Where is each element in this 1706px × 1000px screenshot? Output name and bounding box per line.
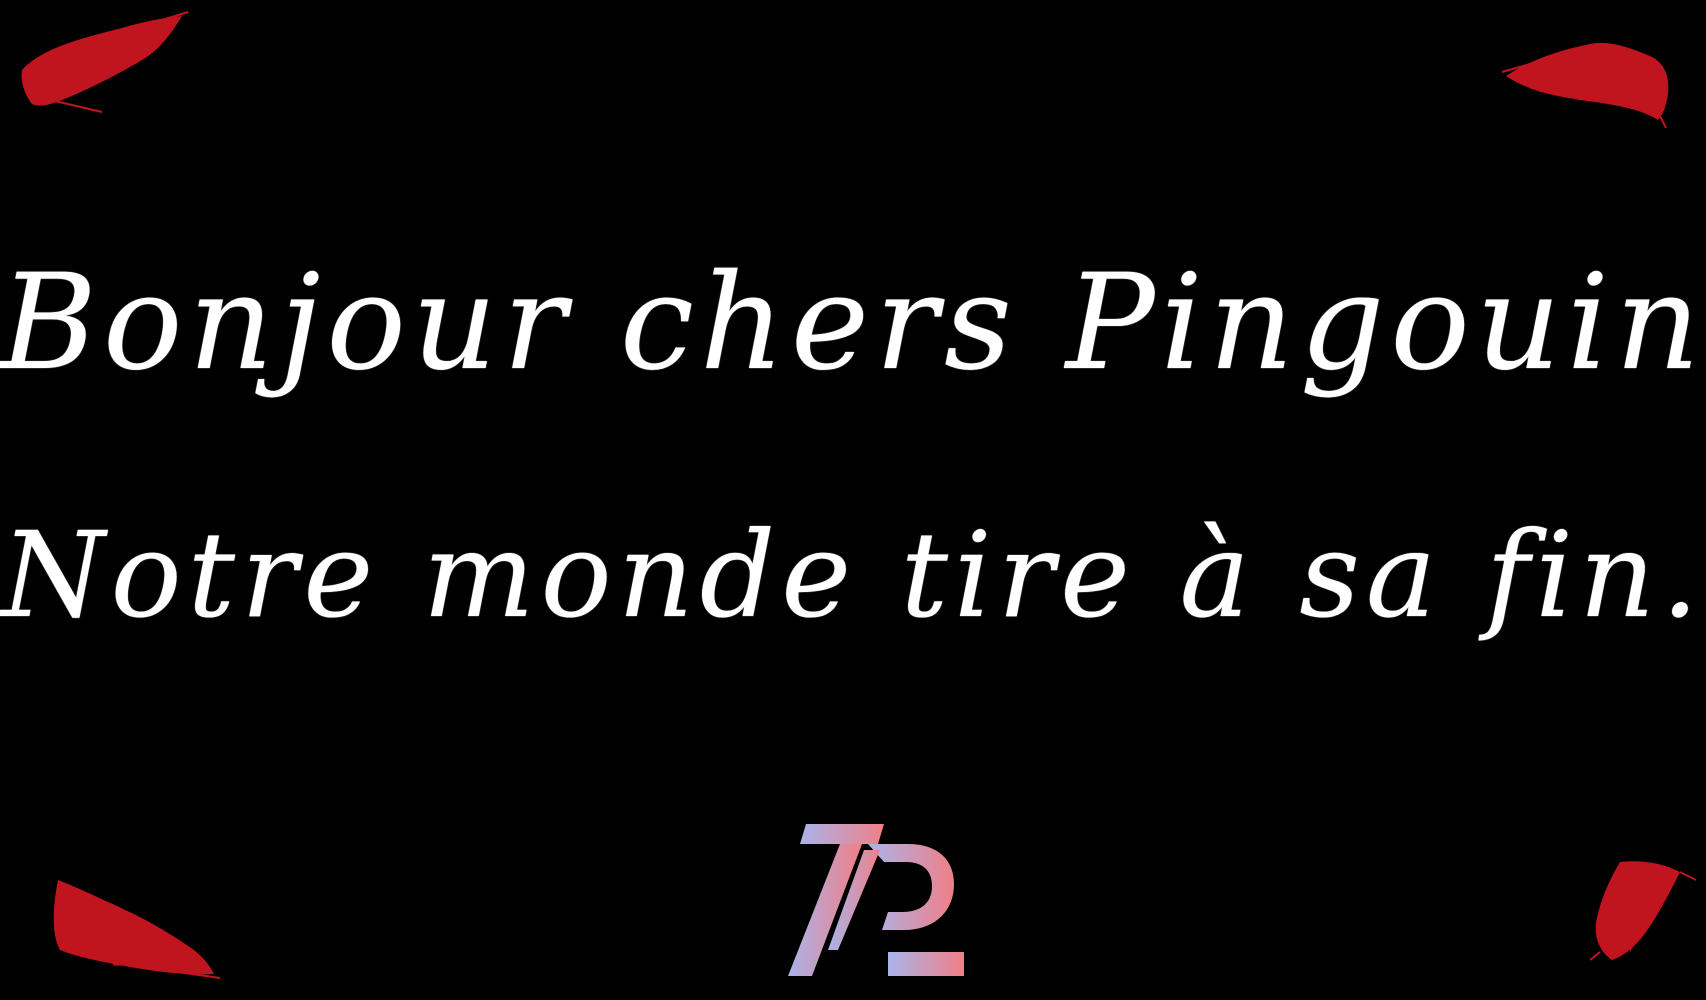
tp-logo: TP [788,824,964,976]
red-brush-splash-top-left [21,11,189,113]
poster-canvas: Bonjour chers Pingouins, Notre monde tir… [0,0,1706,1000]
red-brush-splash-bottom-left [53,880,221,979]
red-brush-splash-bottom-right [1589,861,1697,961]
message-line-1: Bonjour chers Pingouins, [0,246,1706,400]
message-line-2: Notre monde tire à sa fin. [1,506,1705,644]
red-brush-splash-top-right [1501,42,1669,129]
